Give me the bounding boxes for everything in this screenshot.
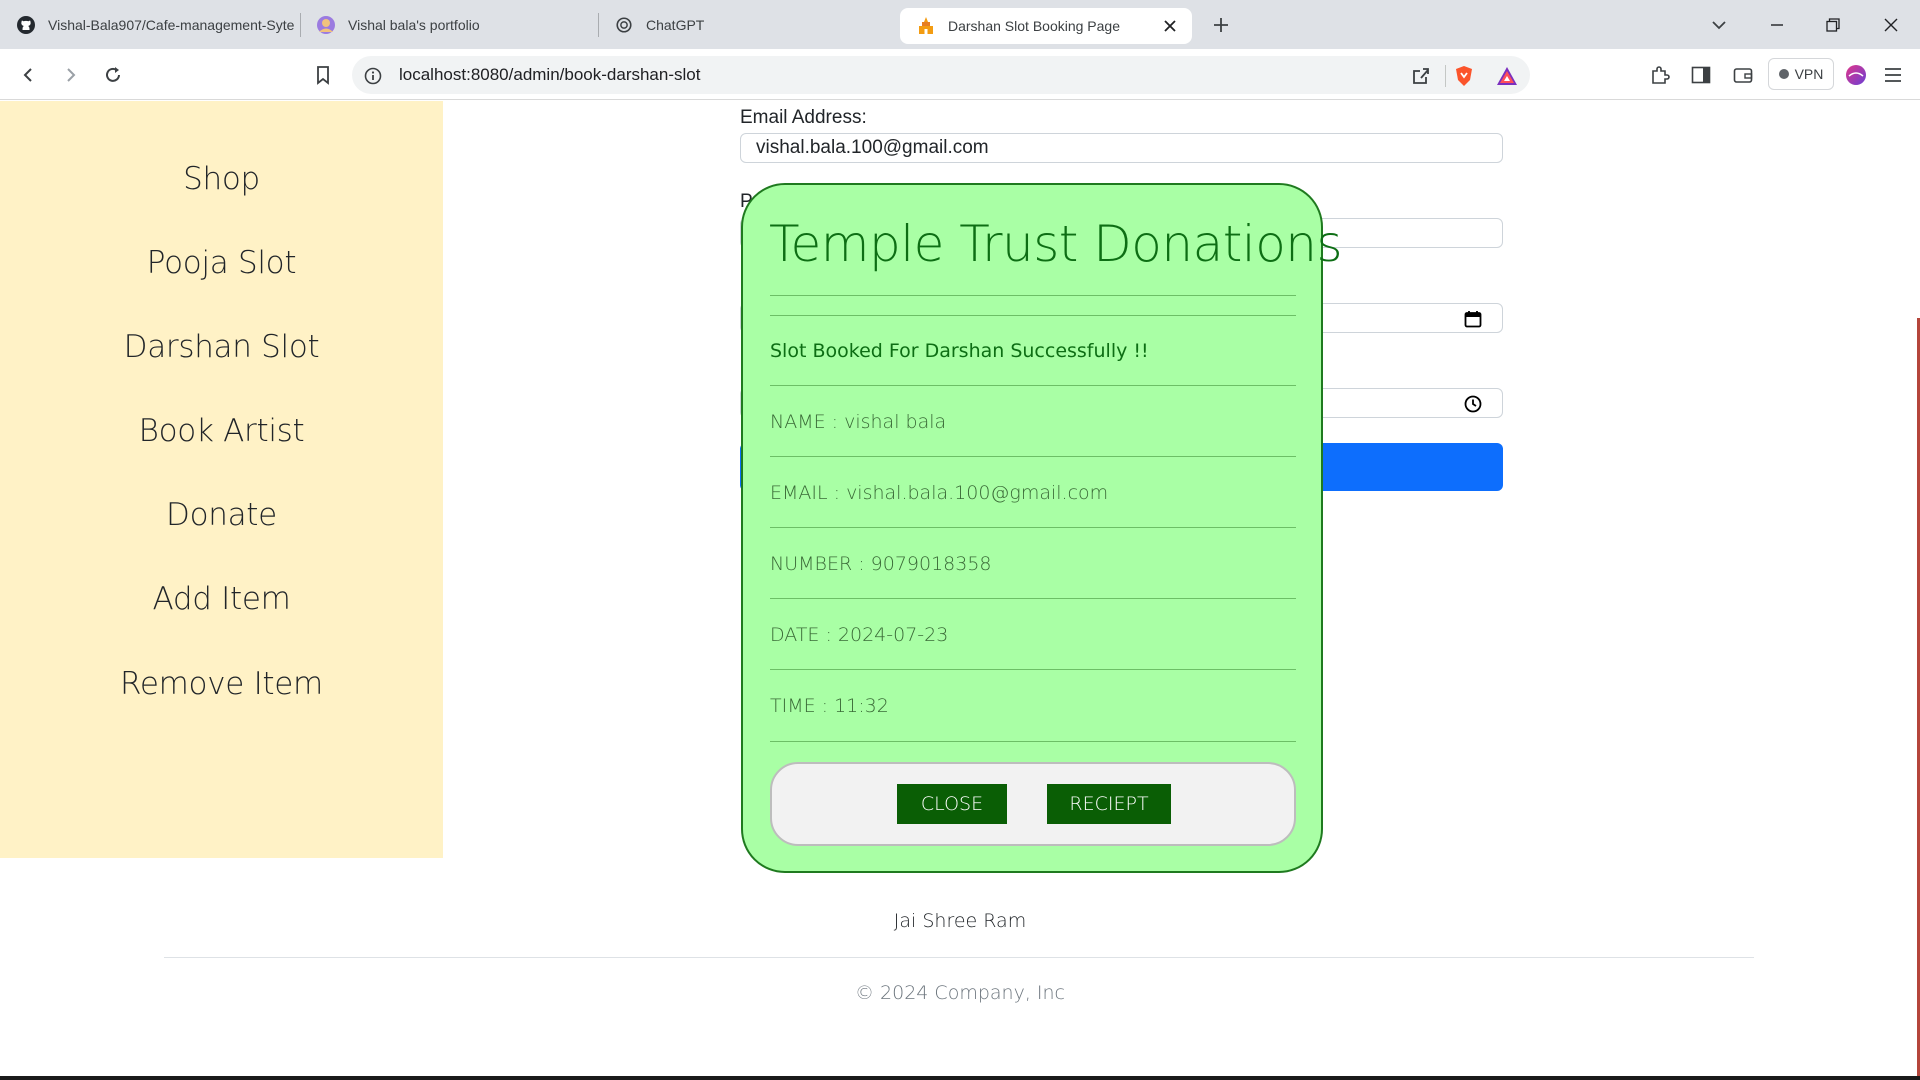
tab-strip: Vishal-Bala907/Cafe-management-Syte Vish… xyxy=(0,0,1920,49)
minimize-icon[interactable] xyxy=(1764,12,1790,38)
tab-title: Vishal bala's portfolio xyxy=(348,16,480,33)
menu-icon[interactable] xyxy=(1879,61,1907,89)
modal-divider xyxy=(770,598,1296,599)
reload-icon[interactable] xyxy=(99,61,127,89)
vpn-label: VPN xyxy=(1794,66,1824,82)
tab-title: Darshan Slot Booking Page xyxy=(948,18,1120,34)
modal-title: Temple Trust Donations xyxy=(769,215,1343,273)
sidebar-item-remove-item[interactable]: Remove Item xyxy=(0,666,443,702)
close-tab-icon[interactable] xyxy=(1160,16,1180,36)
modal-divider xyxy=(770,315,1296,316)
footer-divider xyxy=(164,957,1754,958)
close-button[interactable]: CLOSE xyxy=(897,784,1007,824)
tab-search-chevron-icon[interactable] xyxy=(1706,12,1732,38)
footer-text: Jai Shree Ram xyxy=(893,910,1027,932)
modal-divider xyxy=(770,295,1296,296)
booking-number: NUMBER : 9079018358 xyxy=(770,553,992,575)
bookmark-icon[interactable] xyxy=(309,61,337,89)
tab-portfolio[interactable]: Vishal bala's portfolio xyxy=(300,0,598,49)
email-field[interactable]: vishal.bala.100@gmail.com xyxy=(740,133,1503,163)
booking-date: DATE : 2024-07-23 xyxy=(770,624,949,646)
sidebar-item-donate[interactable]: Donate xyxy=(0,497,443,533)
back-icon[interactable] xyxy=(15,61,43,89)
receipt-button[interactable]: RECIEPT xyxy=(1047,784,1171,824)
sidebar-toggle-icon[interactable] xyxy=(1687,61,1715,89)
booking-name: NAME : vishal bala xyxy=(770,411,947,433)
copyright-text: © 2024 Company, Inc xyxy=(855,982,1065,1004)
modal-divider xyxy=(770,741,1296,742)
sidebar-item-pooja-slot[interactable]: Pooja Slot xyxy=(0,245,443,281)
temple-icon xyxy=(916,16,936,36)
url-text: localhost:8080/admin/book-darshan-slot xyxy=(399,65,701,84)
tab-title: Vishal-Bala907/Cafe-management-Syte xyxy=(48,16,295,33)
leo-ai-icon[interactable] xyxy=(1842,61,1870,89)
new-tab-icon[interactable] xyxy=(1210,14,1232,36)
sidebar-item-shop[interactable]: Shop xyxy=(0,161,443,197)
modal-actions: CLOSE RECIEPT xyxy=(770,762,1296,846)
brave-rewards-icon[interactable] xyxy=(1496,65,1518,87)
close-window-icon[interactable] xyxy=(1878,12,1904,38)
address-toolbar: localhost:8080/admin/book-darshan-slot V… xyxy=(0,49,1920,100)
wallet-icon[interactable] xyxy=(1729,61,1757,89)
sidebar-item-darshan-slot[interactable]: Darshan Slot xyxy=(0,329,443,365)
vpn-status-icon xyxy=(1778,69,1789,79)
modal-divider xyxy=(770,456,1296,457)
email-label: Email Address: xyxy=(740,107,867,128)
forward-icon[interactable] xyxy=(56,61,84,89)
modal-divider xyxy=(770,669,1296,670)
booking-email: EMAIL : vishal.bala.100@gmail.com xyxy=(770,482,1109,504)
address-bar[interactable]: localhost:8080/admin/book-darshan-slot xyxy=(352,56,1530,94)
modal-divider xyxy=(770,527,1296,528)
toolbar-separator xyxy=(1445,65,1446,87)
sidebar-item-add-item[interactable]: Add Item xyxy=(0,581,443,617)
booking-confirmation-modal: Temple Trust Donations Slot Booked For D… xyxy=(741,183,1343,873)
sidebar-item-book-artist[interactable]: Book Artist xyxy=(0,413,443,449)
clock-icon[interactable] xyxy=(1464,394,1482,413)
success-message: Slot Booked For Darshan Successfully !! xyxy=(770,340,1149,362)
sidebar-nav: Shop Pooja Slot Darshan Slot Book Artist… xyxy=(0,101,443,858)
site-info-icon[interactable] xyxy=(362,65,384,87)
chatgpt-icon xyxy=(614,15,634,35)
extensions-icon[interactable] xyxy=(1646,61,1674,89)
modal-divider xyxy=(770,385,1296,386)
share-icon[interactable] xyxy=(1410,65,1432,87)
booking-time: TIME : 11:32 xyxy=(770,695,889,717)
tab-github[interactable]: Vishal-Bala907/Cafe-management-Syte xyxy=(0,0,300,49)
avatar-icon xyxy=(316,15,336,35)
brave-shields-icon[interactable] xyxy=(1453,65,1475,87)
tab-darshan-slot[interactable]: Darshan Slot Booking Page xyxy=(900,8,1192,44)
calendar-icon[interactable] xyxy=(1464,309,1482,328)
github-icon xyxy=(16,15,36,35)
bottom-edge xyxy=(0,1076,1920,1080)
tab-chatgpt[interactable]: ChatGPT xyxy=(598,0,898,49)
vpn-button[interactable]: VPN xyxy=(1768,58,1834,90)
tab-title: ChatGPT xyxy=(646,16,705,33)
restore-icon[interactable] xyxy=(1820,12,1846,38)
